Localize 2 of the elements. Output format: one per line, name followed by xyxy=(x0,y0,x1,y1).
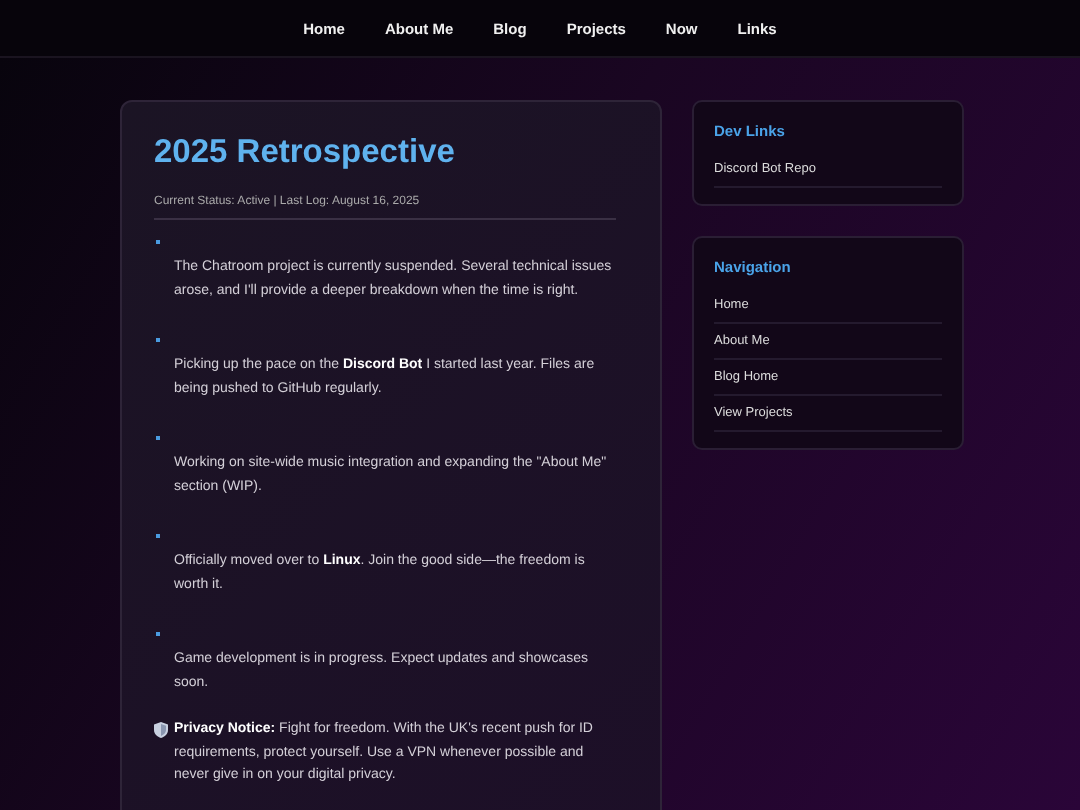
post-title: 2025 Retrospective xyxy=(154,134,457,172)
shield-icon xyxy=(154,722,168,738)
